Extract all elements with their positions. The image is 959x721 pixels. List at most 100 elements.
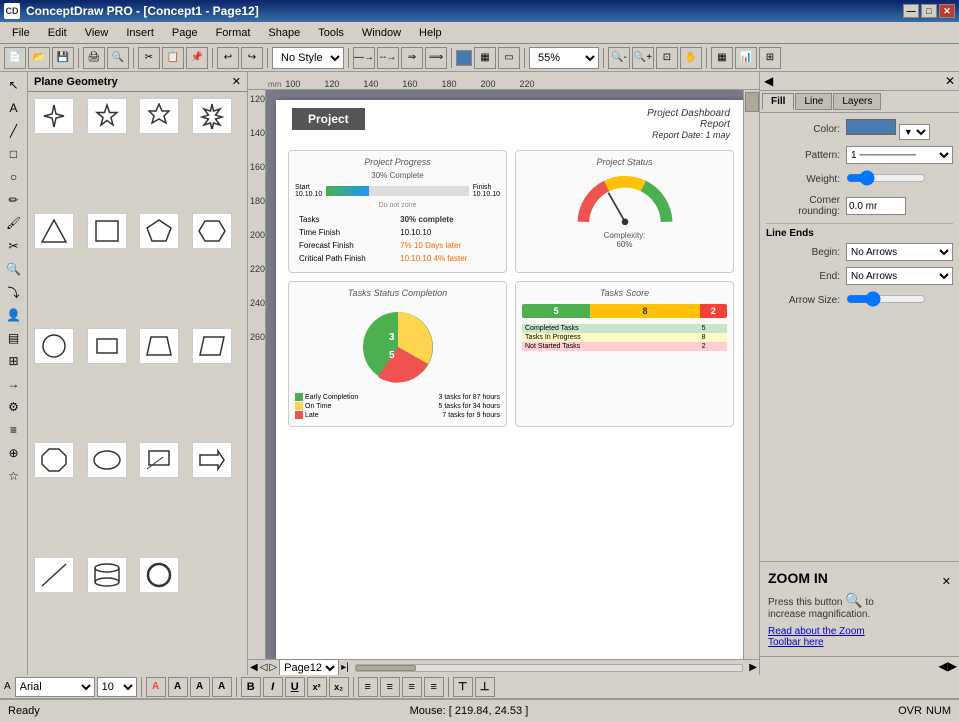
highlight2-btn[interactable]: A — [190, 677, 210, 697]
menu-shape[interactable]: Shape — [260, 25, 308, 41]
line-btn[interactable]: —→ — [353, 47, 375, 69]
shape-rect-sm[interactable] — [87, 328, 127, 364]
save-button[interactable]: 💾 — [52, 47, 74, 69]
page-back[interactable]: ◁ — [260, 662, 268, 673]
align-right-btn[interactable]: ≡ — [402, 677, 422, 697]
fill-btn[interactable]: ▦ — [474, 47, 496, 69]
copy-button[interactable]: 📋 — [162, 47, 184, 69]
menu-insert[interactable]: Insert — [118, 25, 162, 41]
menu-window[interactable]: Window — [354, 25, 409, 41]
shape-circle-hollow[interactable] — [139, 557, 179, 593]
page-add[interactable]: ▸| — [341, 662, 349, 673]
menu-file[interactable]: File — [4, 25, 38, 41]
tab-fill[interactable]: Fill — [762, 93, 794, 110]
style-dropdown[interactable]: No Style — [272, 47, 344, 69]
open-button[interactable]: 📂 — [28, 47, 50, 69]
underline-btn[interactable]: U — [285, 677, 305, 697]
color-btn[interactable] — [456, 50, 472, 66]
rpanel-close[interactable]: ✕ — [945, 74, 955, 88]
font-size-select[interactable]: 10 — [97, 677, 137, 697]
line-btn3[interactable]: ⇒ — [401, 47, 423, 69]
line-btn4[interactable]: ⟹ — [425, 47, 447, 69]
shape-octagon[interactable] — [34, 442, 74, 478]
new-button[interactable]: 📄 — [4, 47, 26, 69]
preview-button[interactable]: 🔍 — [107, 47, 129, 69]
bold-btn[interactable]: B — [241, 677, 261, 697]
pen-tool[interactable]: ✏ — [3, 189, 25, 211]
hscrollbar[interactable]: ◀ ◁ ▷ Page12 ▸| ▶ — [248, 659, 759, 675]
menu-edit[interactable]: Edit — [40, 25, 75, 41]
page-fwd[interactable]: ▷ — [269, 662, 277, 673]
arrow-size-slider[interactable] — [846, 291, 926, 307]
misc-tool[interactable]: ≡ — [3, 419, 25, 441]
rpanel-prev[interactable]: ◀ — [764, 74, 773, 88]
sub-align-btn[interactable]: ⊤ — [453, 677, 473, 697]
weight-slider[interactable] — [846, 170, 926, 186]
arrow-tool[interactable]: → — [3, 373, 25, 395]
shape-arrow-right[interactable] — [192, 442, 232, 478]
misc2-tool[interactable]: ⊕ — [3, 442, 25, 464]
color-swatch[interactable] — [846, 119, 896, 135]
end-select[interactable]: No Arrows — [846, 267, 953, 285]
align-left-btn[interactable]: ≡ — [358, 677, 378, 697]
font-color-btn[interactable]: A — [146, 677, 166, 697]
shape-cylinder[interactable] — [87, 557, 127, 593]
corner-input[interactable] — [846, 197, 906, 215]
select-tool[interactable]: ↖ — [3, 74, 25, 96]
table-btn[interactable]: ▦ — [711, 47, 733, 69]
paint-tool[interactable]: 🖌 — [3, 212, 25, 234]
scroll-left-btn[interactable]: ◀ — [250, 662, 258, 673]
page-select[interactable]: Page12 — [279, 659, 339, 676]
color-dropdown[interactable]: ▼ — [899, 124, 930, 140]
zoom-help-close[interactable]: ✕ — [942, 575, 951, 588]
menu-help[interactable]: Help — [411, 25, 450, 41]
paste-button[interactable]: 📌 — [186, 47, 208, 69]
shape-hexagon[interactable] — [192, 213, 232, 249]
tab-line[interactable]: Line — [795, 93, 832, 110]
menu-tools[interactable]: Tools — [310, 25, 352, 41]
line-tool[interactable]: ╱ — [3, 120, 25, 142]
scroll-right-btn[interactable]: ▶ — [749, 662, 757, 673]
cut-button[interactable]: ✂ — [138, 47, 160, 69]
hscroll-thumb[interactable] — [356, 665, 416, 671]
italic-btn[interactable]: I — [263, 677, 283, 697]
canvas-container[interactable]: Project Project DashboardReport Report D… — [266, 90, 759, 659]
layers-tool[interactable]: ▤ — [3, 327, 25, 349]
line-color-btn[interactable]: ▭ — [498, 47, 520, 69]
shape-ellipse[interactable] — [87, 442, 127, 478]
redo-button[interactable]: ↪ — [241, 47, 263, 69]
minimize-button[interactable]: — — [903, 4, 919, 18]
shape-rounded-rect[interactable] — [139, 442, 179, 478]
shape-4star[interactable] — [34, 98, 74, 134]
line-btn2[interactable]: --→ — [377, 47, 399, 69]
shape-trapezoid[interactable] — [139, 328, 179, 364]
symbol-tool[interactable]: ⚙ — [3, 396, 25, 418]
menu-page[interactable]: Page — [164, 25, 206, 41]
shape-8star[interactable] — [192, 98, 232, 134]
group-tool[interactable]: ⊞ — [3, 350, 25, 372]
hand-btn[interactable]: ✋ — [680, 47, 702, 69]
superscript-btn[interactable]: x² — [307, 677, 327, 697]
connect-tool[interactable]: ⤵ — [3, 281, 25, 303]
subscript-btn[interactable]: x₂ — [329, 677, 349, 697]
canvas-scrollbar-v[interactable] — [743, 90, 759, 659]
zoom-tool[interactable]: 🔍 — [3, 258, 25, 280]
shape-square[interactable] — [87, 213, 127, 249]
begin-select[interactable]: No Arrows — [846, 243, 953, 261]
sub-align2-btn[interactable]: ⊥ — [475, 677, 495, 697]
grid-btn[interactable]: ⊞ — [759, 47, 781, 69]
pattern-select[interactable]: 1 ──────── — [846, 146, 953, 164]
tab-layers[interactable]: Layers — [833, 93, 881, 110]
user-tool[interactable]: 👤 — [3, 304, 25, 326]
shape-panel-close[interactable]: ✕ — [232, 75, 241, 88]
shape-circle-sm[interactable] — [34, 328, 74, 364]
align-center-btn[interactable]: ≡ — [380, 677, 400, 697]
scrollbar-thumb-v[interactable] — [745, 92, 759, 112]
rpanel-scroll-right[interactable]: ▶ — [948, 659, 957, 673]
print-button[interactable]: 🖨 — [83, 47, 105, 69]
font-name-select[interactable]: Arial — [15, 677, 95, 697]
shape-line-diag[interactable] — [34, 557, 74, 593]
titlebar-controls[interactable]: — □ ✕ — [903, 4, 955, 18]
shape-parallelogram[interactable] — [192, 328, 232, 364]
text-tool[interactable]: A — [3, 97, 25, 119]
